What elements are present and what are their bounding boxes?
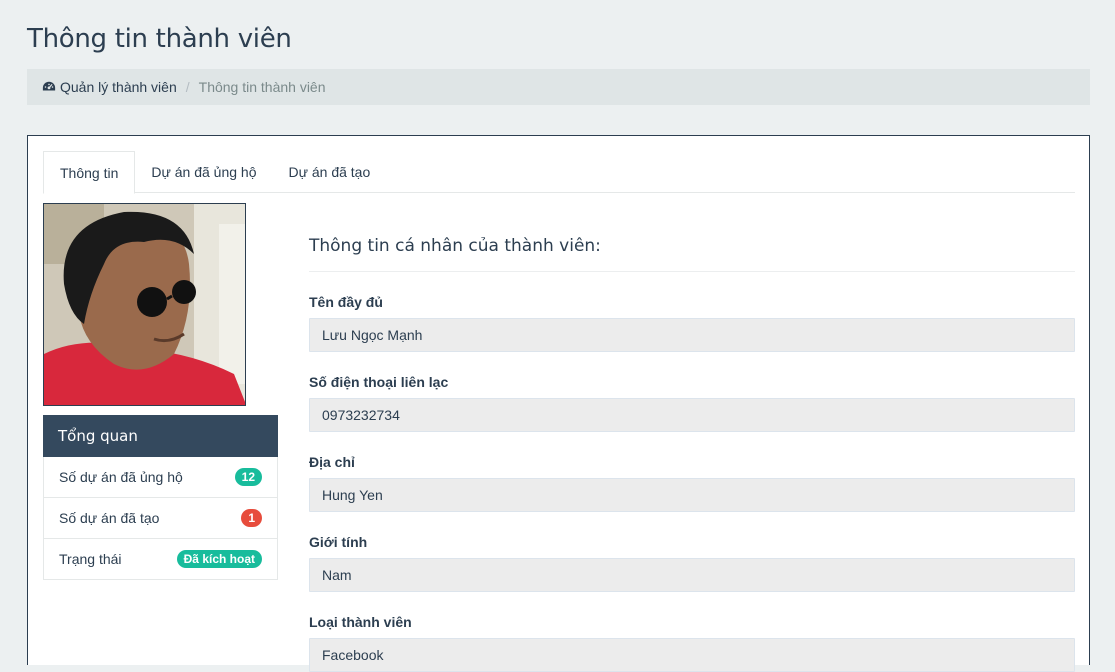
supported-count-badge: 12 [234, 468, 262, 486]
member-panel: Thông tin Dự án đã ủng hộ Dự án đã tạo T… [27, 135, 1090, 672]
page-title: Thông tin thành viên [27, 24, 292, 54]
summary-label: Số dự án đã ủng hộ [59, 469, 183, 485]
breadcrumb-home-link[interactable]: Quản lý thành viên [42, 79, 177, 95]
member-type-label: Loại thành viên [309, 614, 412, 630]
full-name-label: Tên đầy đủ [309, 294, 383, 310]
breadcrumb: Quản lý thành viên / Thông tin thành viê… [27, 69, 1090, 105]
summary-row-supported: Số dự án đã ủng hộ 12 [43, 457, 278, 498]
full-name-field[interactable] [309, 318, 1075, 352]
member-type-field[interactable] [309, 638, 1075, 672]
tab-bar: Thông tin Dự án đã ủng hộ Dự án đã tạo [43, 151, 1075, 194]
tab-supported-projects[interactable]: Dự án đã ủng hộ [135, 151, 272, 193]
gender-field[interactable] [309, 558, 1075, 592]
dashboard-icon [42, 81, 56, 91]
phone-field[interactable] [309, 398, 1075, 432]
summary-row-created: Số dự án đã tạo 1 [43, 498, 278, 539]
breadcrumb-current: Thông tin thành viên [198, 79, 326, 95]
summary-panel: Tổng quan Số dự án đã ủng hộ 12 Số dự án… [43, 415, 278, 580]
gender-label: Giới tính [309, 534, 368, 550]
personal-info-title: Thông tin cá nhân của thành viên: [309, 236, 1075, 272]
avatar [43, 203, 246, 406]
phone-label: Số điện thoại liên lạc [309, 374, 449, 390]
breadcrumb-home-label[interactable]: Quản lý thành viên [60, 79, 177, 95]
status-badge: Đã kích hoạt [176, 550, 262, 568]
summary-label: Số dự án đã tạo [59, 510, 160, 526]
tab-info[interactable]: Thông tin [43, 151, 136, 194]
address-label: Địa chỉ [309, 454, 355, 470]
tab-created-projects[interactable]: Dự án đã tạo [273, 151, 387, 193]
personal-info: Thông tin cá nhân của thành viên: Tên đầ… [309, 236, 1075, 672]
summary-label: Trạng thái [59, 551, 122, 567]
address-field[interactable] [309, 478, 1075, 512]
created-count-badge: 1 [241, 509, 262, 527]
avatar-photo [44, 204, 245, 405]
summary-heading: Tổng quan [43, 415, 278, 457]
breadcrumb-separator: / [185, 79, 190, 95]
summary-row-status: Trạng thái Đã kích hoạt [43, 539, 278, 580]
